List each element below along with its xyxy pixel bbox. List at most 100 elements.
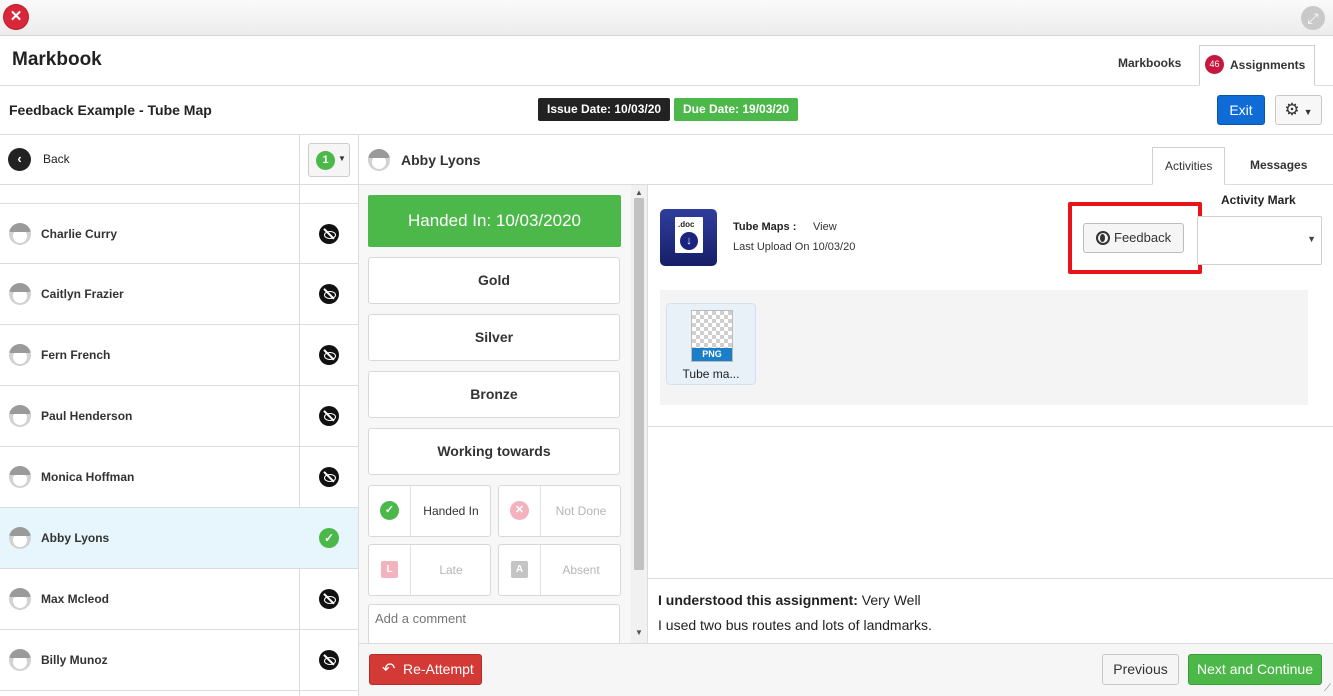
download-arrow-icon: ↓ (680, 232, 698, 250)
handed-in-banner: Handed In: 10/03/2020 (368, 195, 621, 247)
assignment-title: Feedback Example - Tube Map (9, 102, 212, 118)
status-label: Not Done (555, 504, 607, 518)
app-title: Markbook (12, 49, 102, 70)
back-arrow-icon[interactable]: ‹ (8, 148, 31, 171)
student-header: Abby Lyons Activities Messages (359, 135, 1333, 185)
comment-input[interactable] (368, 604, 620, 643)
status-icon-box: L (369, 545, 411, 595)
title-bar: Markbook Markbooks 46 Assignments (0, 36, 1333, 86)
avatar (9, 527, 31, 549)
eye-slash-icon[interactable] (319, 284, 339, 304)
window-bar: ✕ ⤢ (0, 0, 1333, 36)
caret-down-icon: ▼ (1307, 234, 1316, 244)
check-circle-icon: ✓ (319, 528, 339, 548)
grade-working-towards-button[interactable]: Working towards (368, 428, 620, 475)
activity-name: Tube Maps : (733, 221, 797, 233)
avatar (9, 405, 31, 427)
scroll-down-icon[interactable]: ▼ (635, 628, 643, 637)
settings-dropdown[interactable]: ⚙ ▼ (1275, 95, 1322, 125)
avatar (9, 223, 31, 245)
activity-mark-label: Activity Mark (1221, 193, 1296, 207)
undo-arrow-icon: ↶ (382, 661, 396, 678)
activity-mark-select[interactable]: ▼ (1197, 216, 1322, 265)
grade-silver-button[interactable]: Silver (368, 314, 620, 361)
student-name: Caitlyn Frazier (41, 287, 124, 301)
status-late-button[interactable]: L Late (368, 544, 491, 596)
due-date-badge: Due Date: 19/03/20 (674, 98, 799, 121)
student-name: Charlie Curry (41, 227, 118, 241)
avatar (9, 588, 31, 610)
student-row-selected[interactable]: Abby Lyons ✓ (0, 508, 358, 569)
response-question: I understood this assignment: (658, 592, 858, 608)
eye-slash-icon[interactable] (319, 589, 339, 609)
student-row[interactable]: Fern French (0, 325, 358, 386)
scroll-thumb[interactable] (634, 198, 644, 570)
re-attempt-button[interactable]: ↶ Re-Attempt (369, 654, 482, 685)
doc-download-icon[interactable]: .doc ↓ (660, 209, 717, 266)
eye-slash-icon[interactable] (319, 406, 339, 426)
doc-extension: .doc (678, 220, 695, 229)
tab-activities[interactable]: Activities (1152, 147, 1226, 185)
png-file-icon: PNG (691, 310, 733, 362)
avatar (368, 149, 390, 171)
student-name: Billy Munoz (41, 653, 108, 667)
student-response: I understood this assignment: Very Well … (648, 578, 1333, 643)
tab-markbooks[interactable]: Markbooks (1108, 45, 1191, 86)
tab-assignments-label: Assignments (1230, 58, 1306, 72)
tab-assignments[interactable]: 46 Assignments (1199, 45, 1315, 86)
student-list: Charlie Curry Caitlyn Frazier Fern Frenc… (0, 203, 358, 691)
exit-button[interactable]: Exit (1217, 95, 1265, 125)
feedback-label: Feedback (1114, 230, 1172, 245)
next-and-continue-button[interactable]: Next and Continue (1188, 654, 1322, 685)
close-icon[interactable]: ✕ (4, 5, 28, 29)
previous-button[interactable]: Previous (1102, 654, 1179, 685)
gear-icon: ⚙ (1284, 100, 1300, 119)
eye-slash-icon[interactable] (319, 650, 339, 670)
status-label: Late (439, 563, 463, 577)
grade-gold-button[interactable]: Gold (368, 257, 620, 304)
student-row[interactable]: Billy Munoz (0, 630, 358, 691)
feedback-button[interactable]: Feedback (1083, 223, 1184, 253)
status-handed-in-button[interactable]: ✓ Handed In (368, 485, 491, 537)
footer-bar: ↶ Re-Attempt Previous Next and Continue … (359, 643, 1333, 696)
student-name: Abby Lyons (41, 531, 110, 545)
student-sidebar: ‹ Back 1 ▼ Charlie Curry Caitlyn Frazier… (0, 135, 359, 696)
student-row[interactable]: Paul Henderson (0, 386, 358, 447)
back-button[interactable]: Back (43, 152, 70, 166)
student-name: Fern French (41, 348, 111, 362)
response-line: I understood this assignment: Very Well (658, 592, 921, 608)
eye-slash-icon[interactable] (319, 467, 339, 487)
student-name: Paul Henderson (41, 409, 133, 423)
status-icon-box: ✕ (499, 486, 541, 536)
eye-slash-icon[interactable] (319, 345, 339, 365)
issue-date-badge: Issue Date: 10/03/20 (538, 98, 671, 121)
student-row[interactable]: Monica Hoffman (0, 447, 358, 508)
avatar (9, 283, 31, 305)
status-not-done-button[interactable]: ✕ Not Done (498, 485, 621, 537)
student-row[interactable]: Caitlyn Frazier (0, 264, 358, 325)
student-row[interactable]: Charlie Curry (0, 203, 358, 264)
student-row[interactable]: Max Mcleod (0, 569, 358, 630)
status-label: Absent (562, 563, 600, 577)
student-name: Monica Hoffman (41, 470, 135, 484)
x-icon: ✕ (510, 501, 529, 520)
grade-bronze-button[interactable]: Bronze (368, 371, 620, 418)
check-icon: ✓ (380, 501, 399, 520)
scroll-up-icon[interactable]: ▲ (635, 188, 643, 197)
caret-down-icon: ▼ (338, 154, 346, 163)
file-tile[interactable]: PNG Tube ma... (666, 303, 756, 385)
student-header-name: Abby Lyons (401, 152, 481, 168)
globe-icon (1096, 231, 1110, 245)
absent-icon: A (511, 561, 528, 578)
panel-divider (648, 426, 1333, 427)
eye-slash-icon[interactable] (319, 224, 339, 244)
view-link[interactable]: View (813, 221, 837, 233)
expand-icon[interactable]: ⤢ (1301, 6, 1325, 30)
response-comment: I used two bus routes and lots of landma… (658, 617, 932, 633)
status-absent-button[interactable]: A Absent (498, 544, 621, 596)
filter-count-dropdown[interactable]: 1 ▼ (308, 143, 350, 177)
tab-messages[interactable]: Messages (1238, 147, 1319, 185)
resize-grip-icon[interactable]: ⟋ (1324, 683, 1331, 694)
scrollbar[interactable]: ▲ ▼ (631, 185, 647, 643)
status-icon-box: ✓ (369, 486, 411, 536)
